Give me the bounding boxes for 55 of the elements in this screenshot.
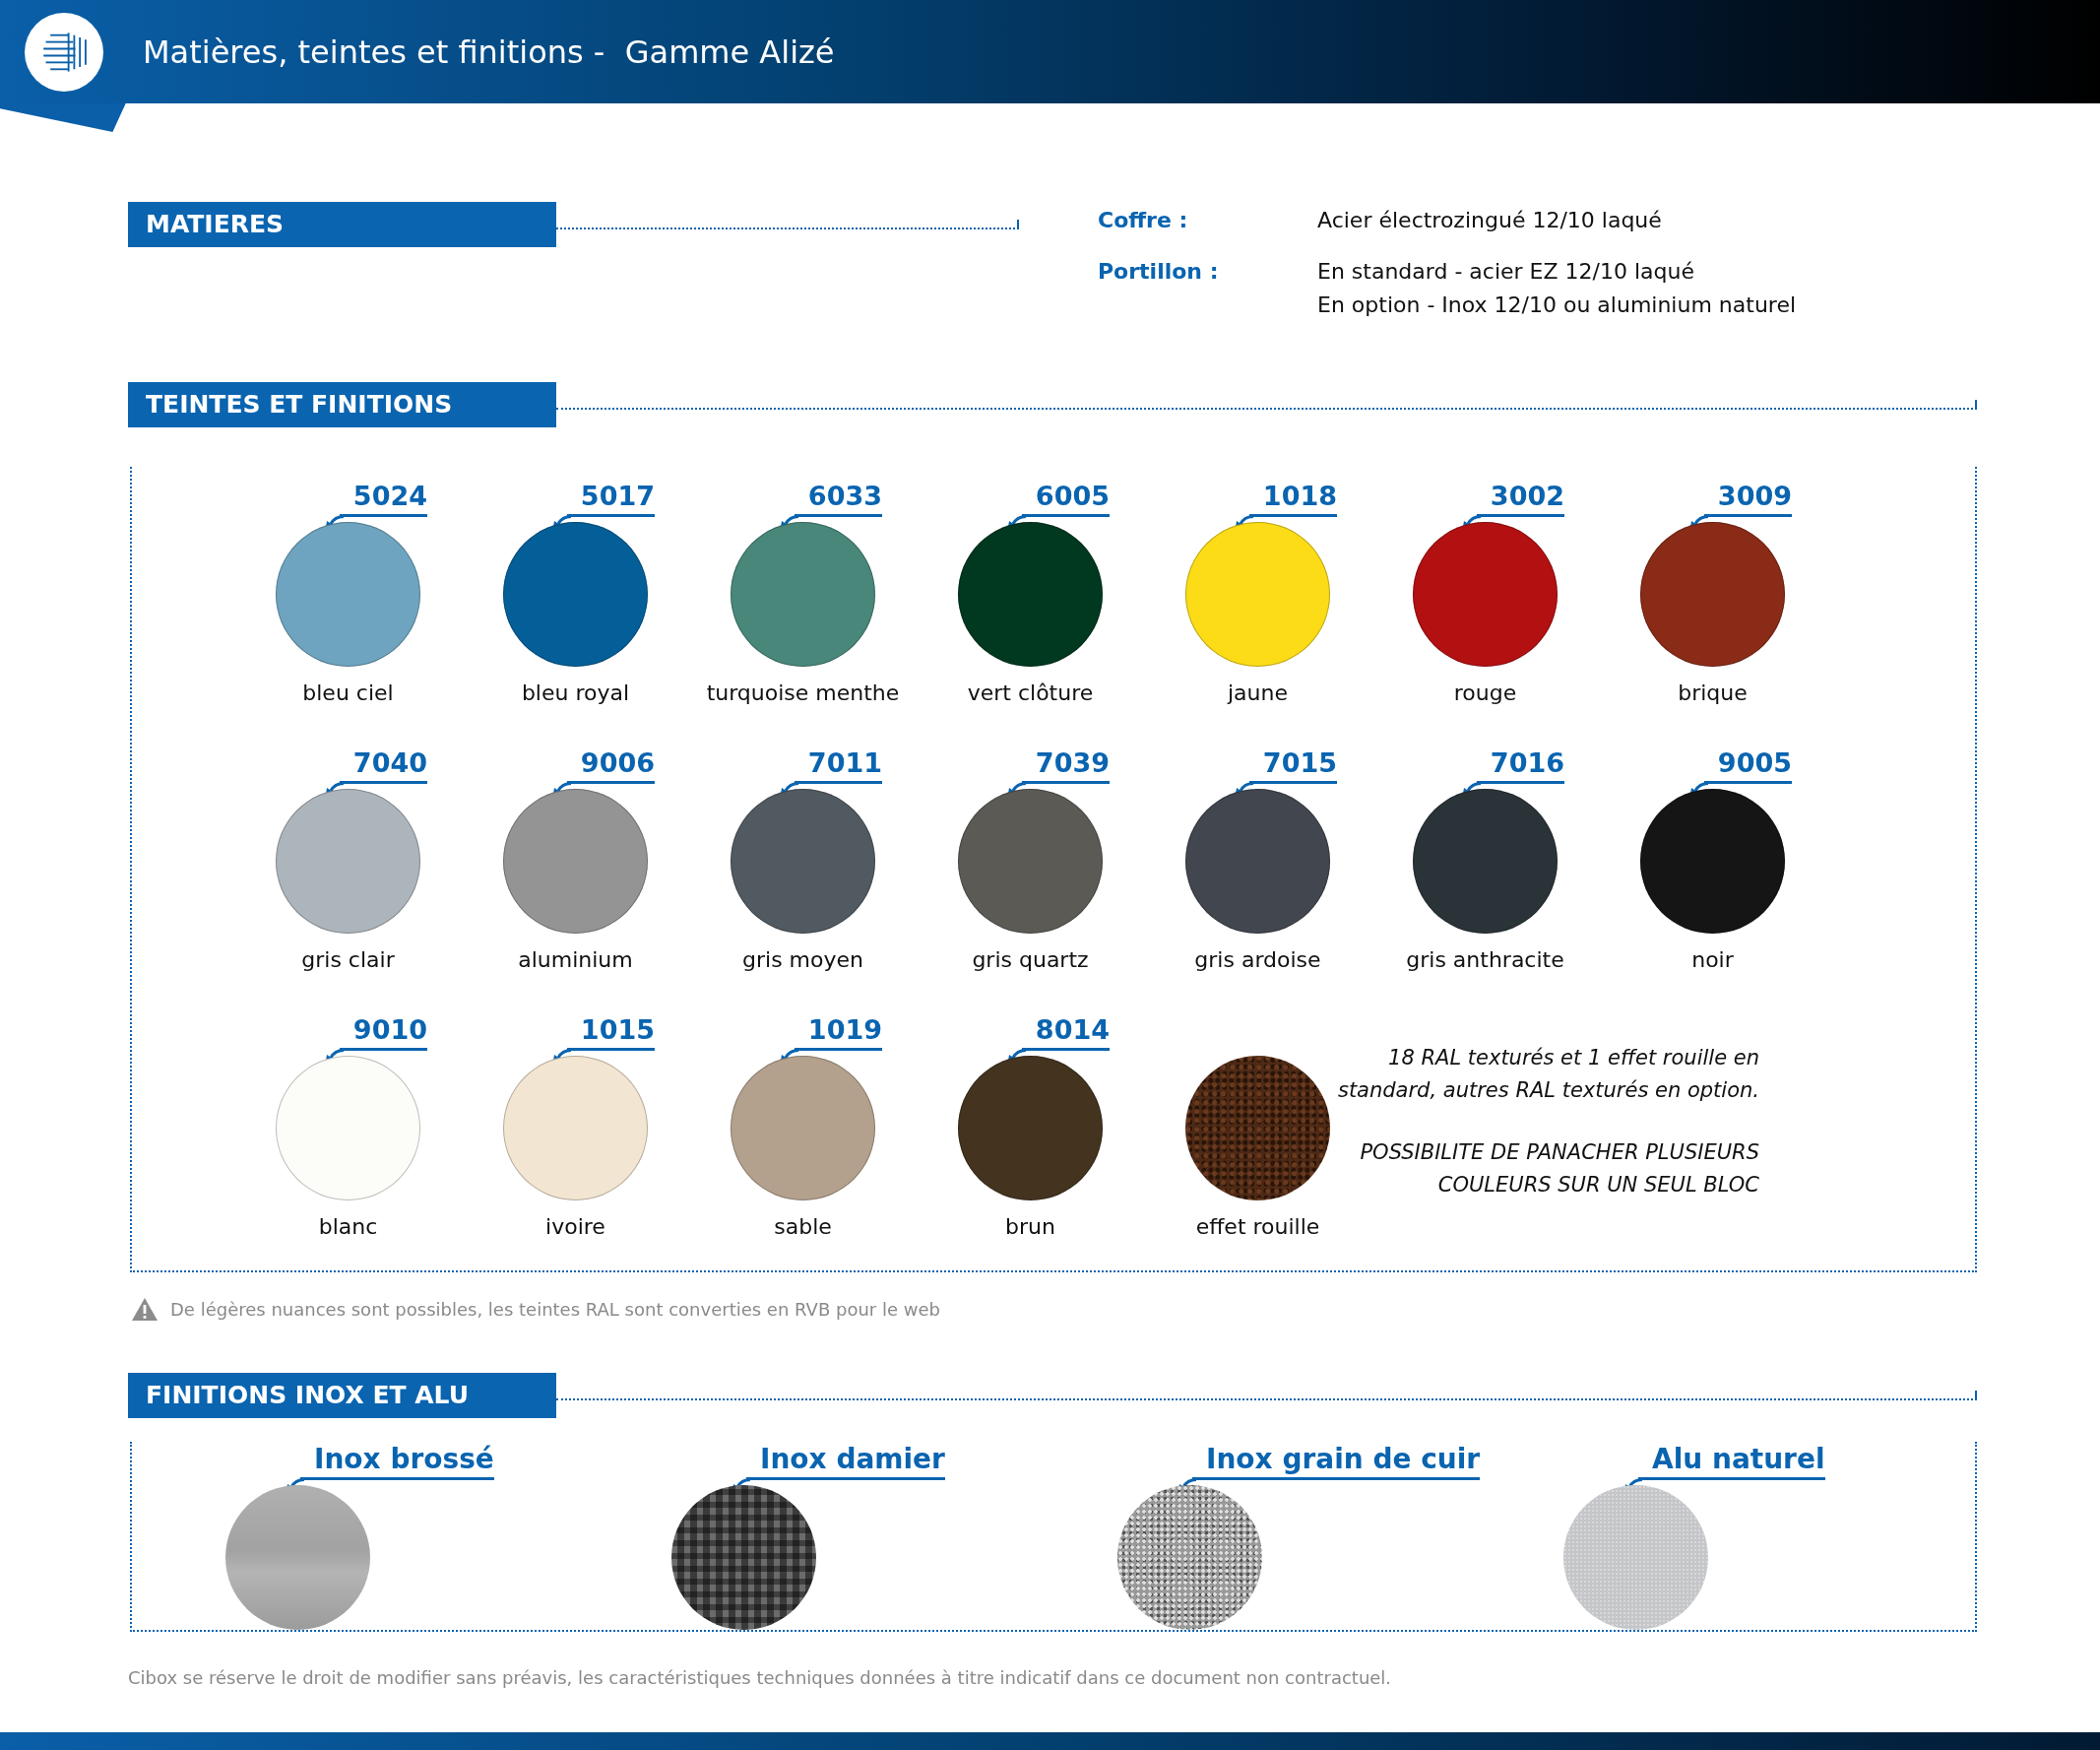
section-heading: MATIERES: [128, 202, 556, 247]
section-heading: FINITIONS INOX ET ALU: [128, 1373, 556, 1418]
ral-code: 7040: [339, 745, 427, 784]
warning-icon: [131, 1296, 159, 1322]
color-name: bleu ciel: [302, 681, 394, 705]
ral-code: 3002: [1476, 479, 1564, 517]
color-name: turquoise menthe: [706, 681, 900, 705]
finish-name: Inox brossé: [300, 1442, 494, 1480]
color-name: sable: [774, 1214, 832, 1239]
color-name: vert clôture: [967, 681, 1094, 705]
color-name: rouge: [1453, 681, 1517, 705]
spec-value: En standard - acier EZ 12/10 laqué: [1317, 258, 1695, 286]
color-name: effet rouille: [1195, 1214, 1320, 1239]
spec-label: Portillon :: [1098, 258, 1220, 286]
spec-value: Acier électrozingué 12/10 laqué: [1317, 207, 1662, 234]
disclaimer-text: Cibox se réserve le droit de modifier sans préavis, les caractéristiques techniques données à titre indicatif dans ce document non contractuel.: [128, 1667, 1393, 1688]
ral-code: 6005: [1021, 479, 1110, 517]
finish-name: Inox grain de cuir: [1192, 1442, 1481, 1480]
color-name: gris quartz: [972, 947, 1089, 972]
finish-name: Inox damier: [746, 1442, 945, 1480]
color-name: gris clair: [301, 947, 395, 972]
ral-code: 7011: [794, 745, 882, 784]
color-name: gris anthracite: [1406, 947, 1564, 972]
ral-code: 7039: [1021, 745, 1110, 784]
section-heading: TEINTES ET FINITIONS: [128, 382, 556, 427]
color-name: brique: [1678, 681, 1748, 705]
ral-code: 5024: [339, 479, 427, 517]
ral-code: 9006: [566, 745, 655, 784]
color-name: ivoire: [545, 1214, 605, 1239]
ral-code: 6033: [794, 479, 882, 517]
ral-code: 7016: [1476, 745, 1564, 784]
spec-value: En option - Inox 12/10 ou aluminium naturel: [1317, 292, 1797, 319]
note-text: 18 RAL texturés et 1 effet rouille en standard, autres RAL texturés en option.: [1336, 1045, 1759, 1104]
ral-code: 7015: [1248, 745, 1337, 784]
ral-code: 1019: [794, 1012, 882, 1051]
ral-code: 1015: [566, 1012, 655, 1051]
color-name: gris ardoise: [1194, 947, 1321, 972]
color-name: bleu royal: [521, 681, 630, 705]
ral-code: 3009: [1703, 479, 1792, 517]
ral-code: 9010: [339, 1012, 427, 1051]
ral-code: 1018: [1248, 479, 1337, 517]
warning-text: De légères nuances sont possibles, les teintes RAL sont converties en RVB pour le web: [170, 1298, 940, 1320]
color-name: blanc: [318, 1214, 378, 1239]
ral-code: 5017: [566, 479, 655, 517]
page-title: Matières, teintes et finitions - Gamme Alizé: [143, 32, 835, 71]
note-text: POSSIBILITE DE PANACHER PLUSIEURS COULEURS SUR UN SEUL BLOC: [1359, 1139, 1759, 1199]
finish-name: Alu naturel: [1638, 1442, 1825, 1480]
color-name: aluminium: [518, 947, 633, 972]
ral-code: 8014: [1021, 1012, 1110, 1051]
color-name: brun: [1005, 1214, 1055, 1239]
color-name: gris moyen: [742, 947, 863, 972]
spec-label: Coffre :: [1098, 207, 1189, 234]
color-name: jaune: [1228, 681, 1288, 705]
ral-code: 9005: [1703, 745, 1792, 784]
color-name: noir: [1691, 947, 1734, 972]
